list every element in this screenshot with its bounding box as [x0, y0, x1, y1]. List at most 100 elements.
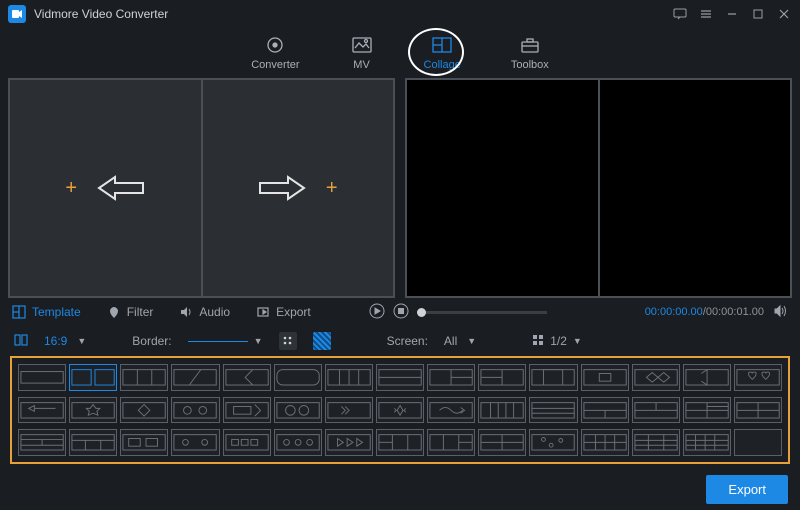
- template-thumb[interactable]: [734, 364, 782, 391]
- play-button[interactable]: [369, 303, 385, 322]
- time-readout: 00:00:00.00/00:00:01.00: [645, 306, 764, 318]
- subtab-audio[interactable]: Audio: [179, 305, 230, 319]
- tab-collage[interactable]: Collage: [424, 35, 461, 71]
- template-thumb[interactable]: [18, 364, 66, 391]
- template-thumb[interactable]: [632, 364, 680, 391]
- template-thumb[interactable]: [69, 364, 117, 391]
- stop-button[interactable]: [393, 303, 409, 322]
- template-thumb[interactable]: [120, 364, 168, 391]
- seek-bar[interactable]: [417, 311, 637, 314]
- app-logo: [8, 5, 26, 23]
- screen-select[interactable]: All ▼: [444, 334, 476, 348]
- template-thumb[interactable]: [734, 429, 782, 456]
- audio-icon: [179, 305, 193, 319]
- template-thumb[interactable]: [581, 429, 629, 456]
- preview-slot-left: [407, 80, 598, 296]
- template-thumb[interactable]: [325, 397, 373, 424]
- template-thumb[interactable]: [427, 397, 475, 424]
- add-media-icon[interactable]: +: [326, 177, 338, 200]
- tab-mv[interactable]: MV: [350, 35, 374, 71]
- tab-label: Converter: [251, 59, 299, 71]
- template-icon: [12, 305, 26, 319]
- template-thumb[interactable]: [18, 429, 66, 456]
- app-title: Vidmore Video Converter: [34, 7, 168, 21]
- template-thumb[interactable]: [376, 364, 424, 391]
- template-thumb[interactable]: [683, 429, 731, 456]
- template-thumb[interactable]: [171, 429, 219, 456]
- template-thumb[interactable]: [376, 397, 424, 424]
- minimize-icon[interactable]: [724, 6, 740, 22]
- template-thumb[interactable]: [427, 364, 475, 391]
- window-controls: [672, 6, 792, 22]
- feedback-icon[interactable]: [672, 6, 688, 22]
- tab-label: Toolbox: [511, 59, 549, 71]
- grid-icon: [532, 334, 544, 349]
- template-thumb[interactable]: [223, 364, 271, 391]
- template-thumb[interactable]: [581, 397, 629, 424]
- templates-row: [18, 429, 782, 456]
- close-icon[interactable]: [776, 6, 792, 22]
- export-button[interactable]: Export: [706, 475, 788, 504]
- template-thumb[interactable]: [529, 429, 577, 456]
- export-icon: [256, 305, 270, 319]
- work-area: + +: [0, 78, 800, 298]
- template-thumb[interactable]: [683, 364, 731, 391]
- template-thumb[interactable]: [325, 429, 373, 456]
- add-media-icon[interactable]: +: [65, 177, 77, 200]
- template-thumb[interactable]: [18, 397, 66, 424]
- chevron-down-icon: ▼: [467, 336, 476, 346]
- tab-toolbox[interactable]: Toolbox: [511, 35, 549, 71]
- screen-label: Screen:: [387, 334, 428, 348]
- template-thumb[interactable]: [274, 397, 322, 424]
- border-color-button[interactable]: [279, 332, 297, 350]
- template-thumb[interactable]: [69, 397, 117, 424]
- collage-slot-left[interactable]: +: [10, 80, 201, 296]
- export-bar: Export: [706, 475, 788, 504]
- template-thumb[interactable]: [274, 364, 322, 391]
- maximize-icon[interactable]: [750, 6, 766, 22]
- template-thumb[interactable]: [120, 397, 168, 424]
- template-thumb[interactable]: [529, 364, 577, 391]
- template-thumb[interactable]: [120, 429, 168, 456]
- template-thumb[interactable]: [69, 429, 117, 456]
- template-thumb[interactable]: [223, 429, 271, 456]
- template-thumb[interactable]: [632, 429, 680, 456]
- template-thumb[interactable]: [683, 397, 731, 424]
- template-thumb[interactable]: [171, 364, 219, 391]
- border-style-select[interactable]: ▼: [188, 336, 263, 346]
- template-thumb[interactable]: [274, 429, 322, 456]
- subtab-export[interactable]: Export: [256, 305, 311, 319]
- aspect-ratio-select[interactable]: 16:9 ▼: [44, 334, 86, 348]
- collage-canvas[interactable]: + +: [8, 78, 395, 298]
- mv-icon: [350, 35, 374, 55]
- chevron-down-icon: ▼: [254, 336, 263, 346]
- collage-slot-right[interactable]: +: [203, 80, 394, 296]
- converter-icon: [263, 35, 287, 55]
- volume-icon[interactable]: [772, 303, 788, 322]
- template-thumb[interactable]: [478, 429, 526, 456]
- border-label: Border:: [132, 334, 171, 348]
- template-thumb[interactable]: [223, 397, 271, 424]
- tab-converter[interactable]: Converter: [251, 35, 299, 71]
- menu-icon[interactable]: [698, 6, 714, 22]
- template-thumb[interactable]: [478, 364, 526, 391]
- chevron-down-icon[interactable]: ▼: [573, 336, 582, 346]
- collage-icon: [430, 35, 454, 55]
- subtab-filter[interactable]: Filter: [107, 305, 154, 319]
- tab-label: Collage: [424, 59, 461, 71]
- template-thumb[interactable]: [325, 364, 373, 391]
- template-thumb[interactable]: [632, 397, 680, 424]
- border-pattern-button[interactable]: [313, 332, 331, 350]
- template-thumb[interactable]: [427, 429, 475, 456]
- template-thumb[interactable]: [734, 397, 782, 424]
- filter-icon: [107, 305, 121, 319]
- arrow-right-icon: [258, 173, 308, 203]
- template-thumb[interactable]: [581, 364, 629, 391]
- titlebar: Vidmore Video Converter: [0, 0, 800, 28]
- subtab-label: Export: [276, 305, 311, 319]
- subtab-template[interactable]: Template: [12, 305, 81, 319]
- template-thumb[interactable]: [376, 429, 424, 456]
- template-thumb[interactable]: [171, 397, 219, 424]
- template-thumb[interactable]: [529, 397, 577, 424]
- template-thumb[interactable]: [478, 397, 526, 424]
